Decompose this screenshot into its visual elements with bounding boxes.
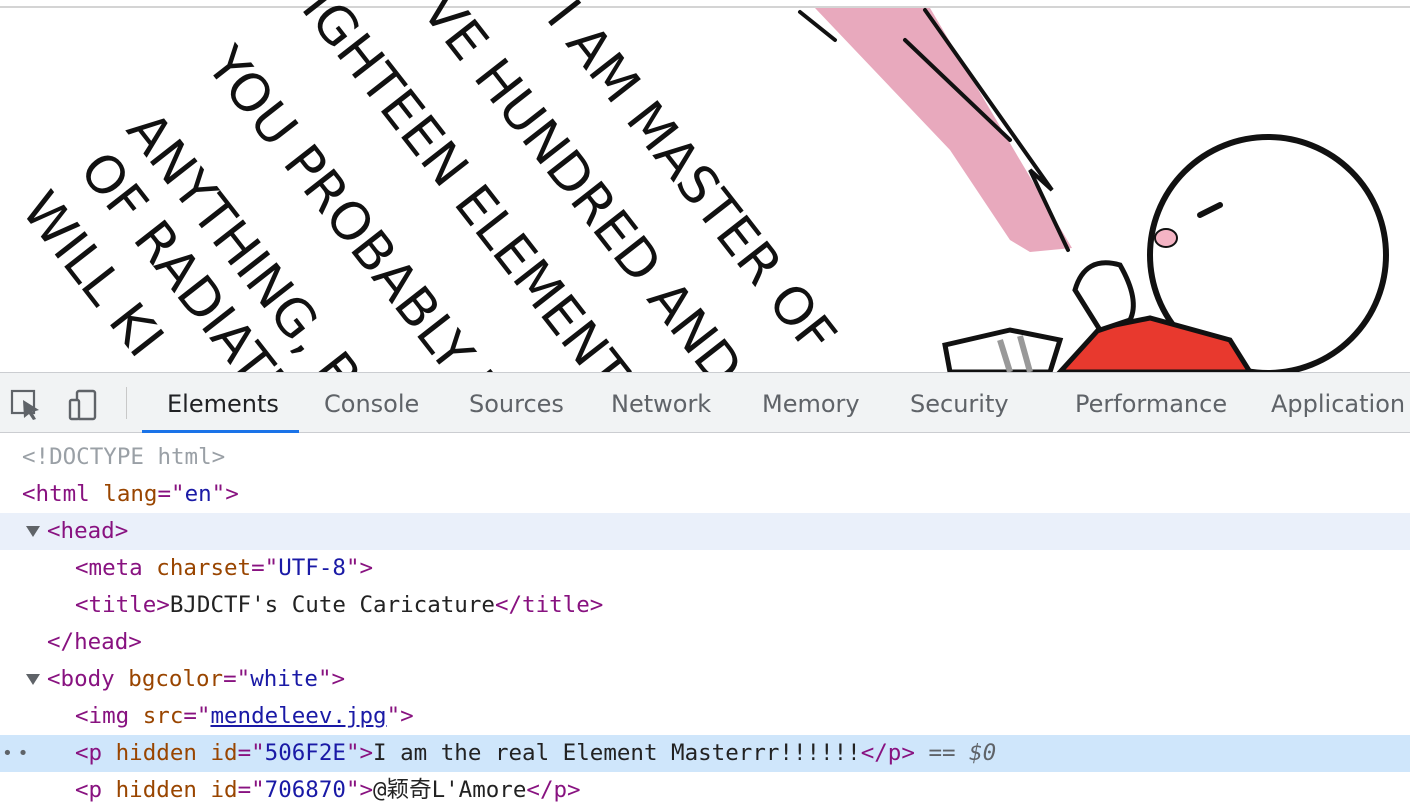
toolbar-separator [126, 387, 127, 419]
body-node: <body bgcolor="white"> [47, 666, 346, 692]
devtools-toolbar: Elements Console Sources Network Memory … [0, 372, 1410, 433]
html-node: <html lang="en"> [22, 481, 239, 507]
device-toolbar-icon[interactable] [66, 387, 102, 423]
figure-hand [1072, 260, 1136, 333]
tab-performance[interactable]: Performance [1075, 373, 1227, 433]
tree-row-meta[interactable]: <meta charset="UTF-8"> [0, 550, 1410, 587]
p-node-2: <p hidden id="706870">@颖奇L'Amore</p> [75, 777, 581, 803]
expand-triangle-icon[interactable] [26, 526, 40, 537]
tab-elements[interactable]: Elements [167, 373, 279, 433]
p-node-1: <p hidden id="506F2E">I am the real Elem… [75, 740, 997, 766]
comic-text: I AM MASTER OF VE HUNDRED AND IGHTEEN EL… [10, 0, 847, 372]
tree-row-p-2[interactable]: <p hidden id="706870">@颖奇L'Amore</p> [0, 772, 1410, 808]
elements-tree: <!DOCTYPE html> <html lang="en"> <head> … [0, 434, 1410, 808]
selected-node-marker: == $0 [928, 740, 997, 766]
tree-row-body[interactable]: <body bgcolor="white"> [0, 661, 1410, 698]
tab-network[interactable]: Network [611, 373, 711, 433]
head-close-node: </head> [47, 629, 142, 655]
meta-node: <meta charset="UTF-8"> [75, 555, 374, 581]
tree-row-html[interactable]: <html lang="en"> [0, 476, 1410, 513]
expand-triangle-icon[interactable] [26, 674, 40, 685]
tree-row-img[interactable]: <img src="mendeleev.jpg"> [0, 698, 1410, 735]
tree-row-title[interactable]: <title>BJDCTF's Cute Caricature</title> [0, 587, 1410, 624]
tab-sources[interactable]: Sources [469, 373, 564, 433]
more-actions-icon[interactable]: • • [2, 735, 28, 772]
tree-row-head-close[interactable]: </head> [0, 624, 1410, 661]
tab-console[interactable]: Console [324, 373, 419, 433]
img-node: <img src="mendeleev.jpg"> [75, 703, 414, 729]
tab-security[interactable]: Security [910, 373, 1009, 433]
tab-application[interactable]: Application [1271, 373, 1405, 433]
tree-row-head[interactable]: <head> [0, 513, 1410, 550]
head-node: <head> [47, 518, 129, 544]
mendeleev-comic-image: I AM MASTER OF VE HUNDRED AND IGHTEEN EL… [10, 0, 1389, 372]
tab-memory[interactable]: Memory [762, 373, 860, 433]
title-node: <title>BJDCTF's Cute Caricature</title> [75, 592, 604, 618]
figure-cheek [1154, 228, 1178, 248]
page-viewport: I AM MASTER OF VE HUNDRED AND IGHTEEN EL… [0, 0, 1410, 372]
doctype-node: <!DOCTYPE html> [22, 444, 226, 470]
tree-row-p-selected[interactable]: • • <p hidden id="506F2E">I am the real … [0, 735, 1410, 772]
inspect-element-icon[interactable] [8, 387, 44, 423]
pink-beam [815, 8, 1072, 252]
active-tab-indicator [142, 430, 299, 433]
img-src-link[interactable]: mendeleev.jpg [210, 703, 386, 729]
tree-row-doctype[interactable]: <!DOCTYPE html> [0, 439, 1410, 476]
